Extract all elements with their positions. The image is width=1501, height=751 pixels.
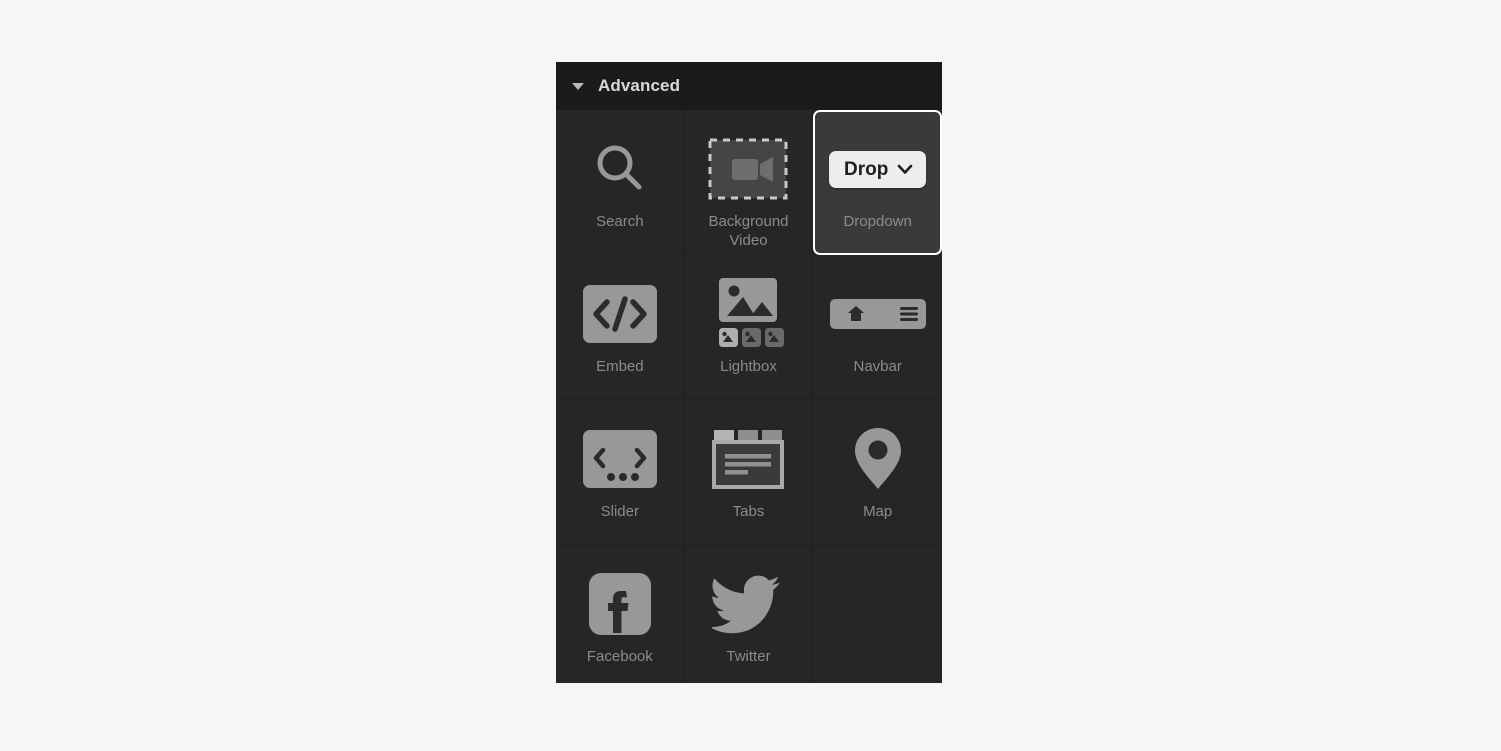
caret-down-icon[interactable] — [572, 82, 584, 90]
element-tile-twitter[interactable]: Twitter — [684, 545, 814, 683]
tabs-icon — [708, 420, 788, 498]
elements-grid: Search Background Video Drop Dropdown Em… — [556, 110, 942, 683]
element-label: Background Video — [708, 213, 789, 249]
element-tile-lightbox[interactable]: Lightbox — [684, 255, 814, 400]
navbar-icon — [828, 275, 928, 353]
section-title: Advanced — [598, 76, 681, 95]
element-tile-empty — [813, 545, 942, 683]
element-label: Twitter — [726, 648, 771, 665]
element-tile-slider[interactable]: Slider — [556, 400, 685, 545]
element-label: Dropdown — [843, 213, 912, 230]
element-label: Slider — [600, 503, 639, 520]
element-tile-navbar[interactable]: Navbar — [813, 255, 942, 400]
magnifier-icon — [591, 130, 649, 208]
element-tile-search[interactable]: Search — [556, 110, 685, 255]
drop-button[interactable]: Drop — [829, 150, 927, 188]
video-camera-icon — [707, 130, 789, 208]
element-tile-map[interactable]: Map — [813, 400, 942, 545]
element-label: Facebook — [586, 648, 653, 665]
twitter-bird-icon — [712, 565, 784, 643]
element-label: Embed — [596, 358, 644, 375]
element-label: Search — [596, 213, 644, 230]
element-tile-tabs[interactable]: Tabs — [684, 400, 814, 545]
element-tile-facebook[interactable]: Facebook — [556, 545, 685, 683]
element-label: Tabs — [732, 503, 765, 520]
element-tile-embed[interactable]: Embed — [556, 255, 685, 400]
section-header-advanced[interactable]: Advanced — [556, 62, 942, 110]
drop-button-label: Drop — [844, 158, 889, 180]
element-label: Lightbox — [720, 358, 777, 375]
dropdown-button-icon: Drop — [829, 130, 927, 208]
advanced-elements-panel: Advanced Search Background Video Drop Dr… — [556, 62, 942, 683]
image-gallery-icon — [709, 275, 787, 353]
element-tile-dropdown[interactable]: Drop Dropdown — [813, 110, 942, 255]
element-tile-background-video[interactable]: Background Video — [684, 110, 814, 255]
map-pin-icon — [850, 420, 906, 498]
chevron-down-icon — [898, 164, 913, 174]
facebook-icon — [587, 565, 653, 643]
element-label: Navbar — [853, 358, 902, 375]
slider-carousel-icon — [581, 420, 659, 498]
code-brackets-icon — [581, 275, 659, 353]
element-label: Map — [863, 503, 893, 520]
